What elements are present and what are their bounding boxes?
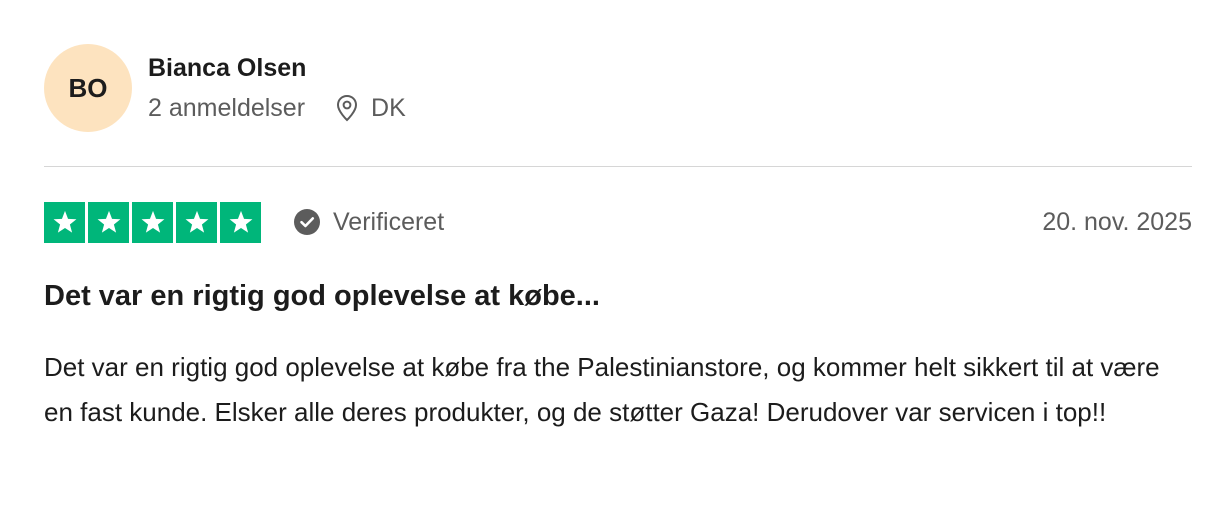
review-body: Det var en rigtig god oplevelse at købe … [44,352,1160,427]
review-card: BO Bianca Olsen 2 anmeldelser DK Verific… [44,40,1192,435]
star-icon [132,201,173,243]
reviewer-info: Bianca Olsen 2 anmeldelser DK [148,52,406,124]
reviewer-header: BO Bianca Olsen 2 anmeldelser DK [44,40,1192,136]
avatar-initials: BO [68,72,108,103]
reviewer-meta: 2 anmeldelser DK [148,92,406,124]
review-title[interactable]: Det var en rigtig god oplevelse at købe.… [44,277,1192,315]
location-pin-icon [337,94,358,122]
country-code: DK [371,94,406,122]
review-count: 2 anmeldelser [148,94,306,122]
star-icon [176,201,217,243]
check-circle-icon [294,209,320,235]
divider [44,166,1192,167]
star-icon [88,201,129,243]
star-icon [220,201,261,243]
avatar[interactable]: BO [44,44,132,132]
star-icon [44,201,85,243]
reviewer-name[interactable]: Bianca Olsen [148,52,406,84]
star-rating [44,201,261,243]
verified-badge[interactable]: Verificeret [293,208,444,237]
reviewer-location: DK [335,92,406,124]
verified-label: Verificeret [333,207,445,236]
rating-row: Verificeret 20. nov. 2025 [44,201,1192,243]
review-date: 20. nov. 2025 [1042,207,1192,236]
